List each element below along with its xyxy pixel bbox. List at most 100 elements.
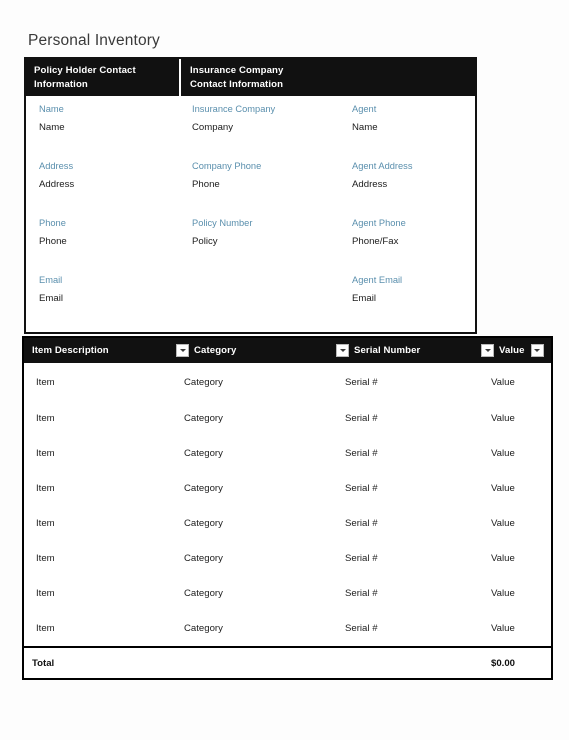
cell-value: Value — [491, 376, 515, 388]
field-label: Name — [39, 104, 64, 114]
cell-item: Item — [36, 376, 55, 388]
contact-field-row: Email Email Agent Email Email — [26, 275, 475, 322]
contact-field-row: Name Name Insurance Company Company Agen… — [26, 104, 475, 162]
cell-item: Item — [36, 518, 55, 529]
table-row[interactable]: Item Category Serial # Value — [24, 611, 551, 646]
cell-category: Category — [184, 376, 223, 388]
field-label: Phone — [39, 218, 66, 228]
cell-serial: Serial # — [345, 483, 378, 494]
field-value[interactable]: Address — [39, 180, 181, 190]
cell-serial: Serial # — [345, 588, 378, 599]
contact-field-company-phone: Company Phone Phone — [181, 161, 341, 219]
contact-information-panel: Policy Holder Contact Information Insura… — [24, 57, 477, 334]
contact-field-agent-address: Agent Address Address — [341, 161, 475, 219]
cell-item: Item — [36, 413, 55, 424]
table-row[interactable]: Item Category Serial # Value — [24, 506, 551, 541]
cell-value: Value — [491, 483, 515, 494]
field-value[interactable]: Name — [352, 123, 475, 133]
table-row[interactable]: Item Category Serial # Value — [24, 471, 551, 506]
cell-item: Item — [36, 483, 55, 494]
contact-panel-body: Name Name Insurance Company Company Agen… — [26, 96, 475, 332]
field-value[interactable]: Email — [39, 294, 181, 304]
cell-category: Category — [184, 623, 223, 634]
field-value[interactable]: Name — [39, 123, 181, 133]
cell-item: Item — [36, 623, 55, 634]
contact-field-empty — [181, 276, 341, 322]
policy-holder-header: Policy Holder Contact Information — [26, 59, 181, 96]
cell-value: Value — [491, 413, 515, 424]
field-label: Insurance Company — [192, 104, 276, 114]
cell-serial: Serial # — [345, 376, 378, 388]
column-header-category: Category — [176, 344, 336, 357]
field-value[interactable]: Phone — [39, 237, 181, 247]
insurance-company-header: Insurance Company Contact Information — [181, 59, 475, 96]
inventory-table-body: Item Category Serial # Value Item Catego… — [24, 363, 551, 646]
cell-value: Value — [491, 588, 515, 599]
table-row[interactable]: Item Category Serial # Value — [24, 436, 551, 471]
field-label: Agent Email — [352, 275, 403, 285]
total-label: Total — [32, 657, 55, 669]
table-row[interactable]: Item Category Serial # Value — [24, 576, 551, 611]
inventory-table-header-row: Item Description Category Serial Number … — [24, 338, 551, 363]
column-header-serial-number: Serial Number — [336, 344, 481, 357]
cell-category: Category — [184, 448, 223, 459]
contact-field-phone: Phone Phone — [26, 218, 181, 276]
column-header-value: Value — [481, 344, 551, 357]
cell-serial: Serial # — [345, 553, 378, 564]
insurance-company-header-line2: Contact Information — [190, 78, 284, 90]
total-value: $0.00 — [491, 657, 516, 669]
cell-serial: Serial # — [345, 413, 378, 424]
cell-category: Category — [184, 588, 223, 599]
cell-value: Value — [491, 623, 515, 634]
field-label: Company Phone — [192, 161, 262, 171]
table-row[interactable]: Item Category Serial # Value — [24, 541, 551, 576]
field-value[interactable]: Email — [352, 294, 475, 304]
contact-field-email: Email Email — [26, 275, 181, 322]
cell-serial: Serial # — [345, 623, 378, 634]
inventory-table: Item Description Category Serial Number … — [22, 336, 553, 680]
cell-category: Category — [184, 413, 223, 424]
contact-field-row: Phone Phone Policy Number Policy Agent P… — [26, 218, 475, 276]
page-title: Personal Inventory — [28, 32, 160, 49]
policy-holder-header-line2: Information — [34, 78, 88, 90]
cell-value: Value — [491, 553, 515, 564]
field-label: Agent — [352, 104, 377, 114]
contact-field-agent: Agent Name — [341, 104, 475, 162]
field-value[interactable]: Policy — [192, 237, 341, 247]
contact-field-agent-phone: Agent Phone Phone/Fax — [341, 218, 475, 276]
table-row[interactable]: Item Category Serial # Value — [24, 401, 551, 436]
cell-item: Item — [36, 553, 55, 564]
contact-field-policy-number: Policy Number Policy — [181, 218, 341, 276]
field-label: Agent Phone — [352, 218, 406, 228]
field-label: Policy Number — [192, 218, 253, 228]
contact-field-agent-email: Agent Email Email — [341, 275, 475, 322]
cell-category: Category — [184, 518, 223, 529]
column-header-label: Item Description — [32, 345, 109, 356]
table-row[interactable]: Item Category Serial # Value — [24, 363, 551, 401]
field-label: Agent Address — [352, 161, 413, 171]
cell-serial: Serial # — [345, 448, 378, 459]
inventory-total-row: Total $0.00 — [24, 646, 551, 678]
column-header-label: Serial Number — [354, 345, 421, 356]
cell-value: Value — [491, 448, 515, 459]
cell-serial: Serial # — [345, 518, 378, 529]
column-header-item-description: Item Description — [24, 345, 176, 356]
contact-field-insurance-company: Insurance Company Company — [181, 104, 341, 162]
filter-dropdown-trailing-icon[interactable] — [530, 344, 544, 357]
filter-dropdown-serial-number-icon[interactable] — [336, 344, 349, 357]
column-header-label: Value — [499, 345, 525, 356]
field-label: Email — [39, 275, 63, 285]
contact-field-address: Address Address — [26, 161, 181, 219]
filter-dropdown-value-icon[interactable] — [481, 344, 494, 357]
field-label: Address — [39, 161, 74, 171]
field-value[interactable]: Address — [352, 180, 475, 190]
cell-category: Category — [184, 483, 223, 494]
field-value[interactable]: Phone/Fax — [352, 237, 475, 247]
field-value[interactable]: Company — [192, 123, 341, 133]
cell-category: Category — [184, 553, 223, 564]
field-value[interactable]: Phone — [192, 180, 341, 190]
contact-panel-header: Policy Holder Contact Information Insura… — [26, 59, 475, 96]
filter-dropdown-category-icon[interactable] — [176, 344, 189, 357]
cell-value: Value — [491, 518, 515, 529]
contact-field-row: Address Address Company Phone Phone Agen… — [26, 161, 475, 219]
